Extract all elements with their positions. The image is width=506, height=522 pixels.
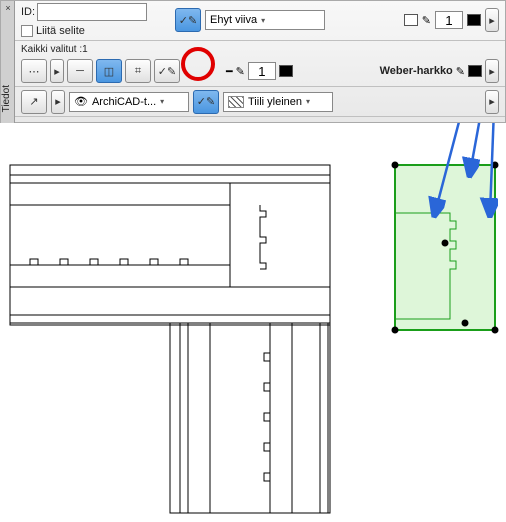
pen2-value[interactable] — [248, 62, 276, 80]
row-layer: ↗ ▸ 👁 ArchiCAD-t... ▾ ✓✎ Tiili yleinen ▾… — [15, 87, 505, 117]
pen3-icon: ✎ — [456, 65, 465, 78]
arrow-tool[interactable]: ↗ — [21, 90, 47, 114]
fill-toggle[interactable]: ✓✎ — [193, 90, 219, 114]
arrow-flyout[interactable]: ▸ — [51, 90, 65, 114]
id-input[interactable] — [37, 3, 147, 21]
pen-swatch-white[interactable] — [404, 14, 418, 26]
chevron-down-icon: ▾ — [261, 16, 265, 25]
tool-dotted[interactable]: ⋯ — [21, 59, 47, 83]
toolbar-content: ID: Liitä selite ✓✎ Ehyt viiva ▾ ✎ ▸ — [15, 1, 505, 124]
tool-chair[interactable]: ⌗ — [125, 59, 151, 83]
hatch-swatch-icon — [228, 96, 244, 108]
tool-line[interactable]: ─ — [67, 59, 93, 83]
tool-dotted-flyout[interactable]: ▸ — [50, 59, 64, 83]
chevron-down-icon-3: ▾ — [306, 97, 310, 106]
flyout-row3[interactable]: ▸ — [485, 90, 499, 114]
attach-legend-label: Liitä selite — [36, 25, 85, 37]
section-label: Weber-harkko — [380, 65, 453, 77]
flyout-row2[interactable]: ▸ — [485, 59, 499, 83]
pen-swatch-black[interactable] — [467, 14, 481, 26]
pen2-icon: ✎ — [236, 65, 245, 78]
id-label: ID: — [21, 6, 35, 18]
close-icon[interactable]: × — [3, 3, 13, 13]
drawing-canvas[interactable] — [0, 123, 506, 522]
drawing-svg — [0, 123, 506, 522]
eye-icon: 👁 — [74, 95, 88, 108]
row-id: ID: Liitä selite ✓✎ Ehyt viiva ▾ ✎ ▸ — [15, 1, 505, 41]
linetype-label: Ehyt viiva — [210, 14, 257, 26]
linetype-dropdown[interactable]: Ehyt viiva ▾ — [205, 10, 325, 30]
info-toolbar: × Tiedot ID: Liitä selite ✓✎ Ehyt viiva … — [0, 0, 506, 123]
tool-checkpen2[interactable]: ✓✎ — [154, 59, 180, 83]
selected-object[interactable] — [392, 162, 499, 334]
attach-legend-checkbox[interactable] — [21, 25, 33, 37]
fill-dropdown[interactable]: Tiili yleinen ▾ — [223, 92, 333, 112]
selected-count-label: Kaikki valitut :1 — [21, 44, 499, 55]
pen3-swatch[interactable] — [468, 65, 482, 77]
layer-dropdown[interactable]: 👁 ArchiCAD-t... ▾ — [69, 92, 189, 112]
check-pen-button[interactable]: ✓✎ — [175, 8, 201, 32]
chevron-down-icon-2: ▾ — [160, 97, 164, 106]
fill-label: Tiili yleinen — [248, 96, 302, 108]
pen2-swatch[interactable] — [279, 65, 293, 77]
pen1-value[interactable] — [435, 11, 463, 29]
line-solid-icon: ━ — [226, 65, 233, 78]
vertical-tab[interactable]: × Tiedot — [1, 1, 15, 124]
tool-eraser[interactable]: ◫ — [96, 59, 122, 83]
cad-drawing — [10, 165, 330, 513]
pen-icon: ✎ — [422, 14, 431, 27]
flyout-row1[interactable]: ▸ — [485, 8, 499, 32]
panel-title: Tiedot — [1, 85, 15, 112]
row-selected: Kaikki valitut :1 ⋯ ▸ ─ ◫ ⌗ ✓✎ ━ ✎ Weber… — [15, 41, 505, 87]
layer-label: ArchiCAD-t... — [92, 96, 156, 108]
check-pen-icon: ✓✎ — [179, 14, 197, 27]
